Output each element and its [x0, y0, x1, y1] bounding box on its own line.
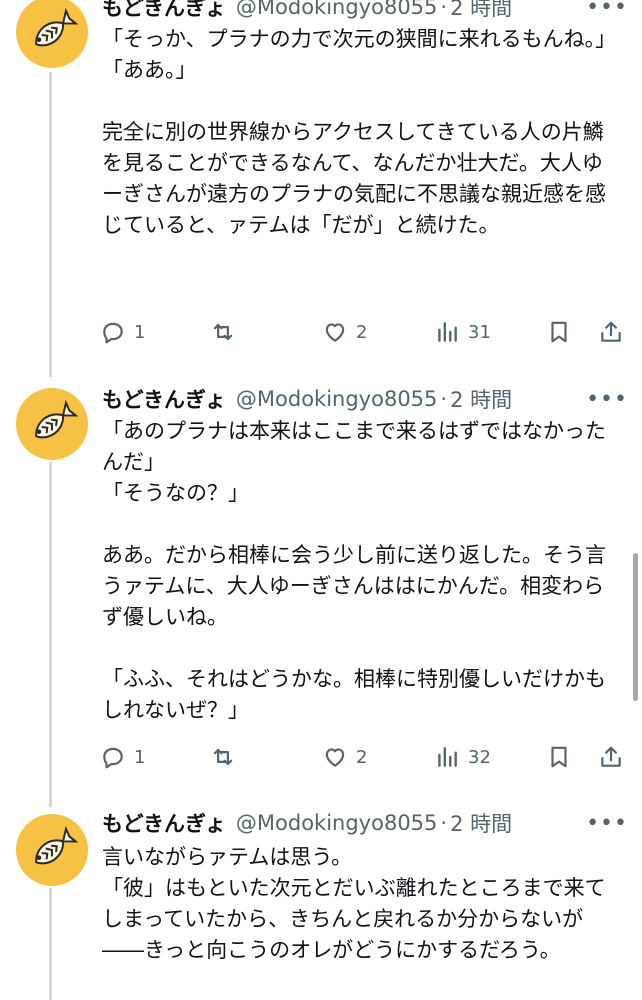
tweet-line: 「ああ。」: [102, 58, 197, 82]
avatar[interactable]: [16, 0, 88, 68]
tweet-text: 「そっか、プラナの力で次元の狭間に来れるもんね。」 「ああ。」 完全に別の世界線…: [102, 24, 622, 241]
bookmark-icon: [551, 321, 567, 343]
reply-button[interactable]: 1: [100, 737, 145, 777]
scrollbar[interactable]: [633, 553, 638, 701]
separator: ·: [440, 387, 448, 411]
heart-icon: [325, 323, 345, 342]
tweet-line: 「ふふ、それはどうかな。相棒に特別優しいだけかもしれないぜ？」: [102, 667, 606, 722]
bookmark-button[interactable]: [546, 737, 572, 777]
goldfish-icon: [35, 399, 78, 439]
timestamp[interactable]: 2 時間: [450, 808, 512, 838]
reply-icon: [103, 747, 123, 769]
bookmark-icon: [551, 746, 567, 768]
more-icon[interactable]: •••: [586, 387, 628, 412]
retweet-button[interactable]: [210, 737, 244, 777]
tweet-line: 完全に別の世界線からアクセスしてきている人の片鱗を見ることができるなんて、なんだ…: [102, 120, 606, 237]
tweet-line: 「彼」はもといた次元とだいぶ離れたところまで来てしまっていたから、きちんと戻れる…: [102, 876, 606, 962]
retweet-button[interactable]: [210, 312, 244, 352]
share-button[interactable]: [598, 737, 624, 777]
author-name[interactable]: もどきんぎょ: [102, 808, 226, 838]
like-count: 2: [356, 321, 368, 343]
views-icon: [438, 747, 457, 767]
share-icon: [601, 321, 621, 342]
views-icon: [438, 322, 457, 342]
author-handle[interactable]: @Modokingyo8055: [236, 811, 438, 835]
tweet-line: ああ。だから相棒に会う少し前に送り返した。そう言うァテムに、大人ゆーぎさんははに…: [102, 543, 606, 629]
goldfish-icon: [35, 825, 78, 865]
separator: ·: [440, 811, 448, 835]
timestamp[interactable]: 2 時間: [450, 384, 512, 414]
goldfish-icon: [35, 7, 78, 47]
more-icon[interactable]: •••: [586, 0, 628, 20]
reply-count: 1: [134, 321, 146, 343]
more-icon[interactable]: •••: [586, 811, 628, 836]
action-bar: 1 2 32: [100, 737, 630, 777]
author-handle[interactable]: @Modokingyo8055: [236, 387, 438, 411]
tweet-text: 言いながらァテムは思う。 「彼」はもといた次元とだいぶ離れたところまで来てしまっ…: [102, 842, 622, 966]
share-icon: [601, 746, 621, 767]
reply-count: 1: [134, 746, 146, 768]
reply-button[interactable]: 1: [100, 312, 145, 352]
like-count: 2: [356, 746, 368, 768]
tweet[interactable]: もどきんぎょ @Modokingyo8055 · 2 時間 ••• 言いながらァ…: [0, 806, 642, 1000]
like-button[interactable]: 2: [322, 312, 367, 352]
tweet-line: 「そうなの？」: [102, 481, 249, 505]
tweet-line: 言いながらァテムは思う。: [102, 845, 353, 869]
tweet-line: 「あのプラナは本来はここまで来るはずではなかったんだ」: [102, 419, 606, 474]
avatar[interactable]: [16, 814, 88, 886]
timestamp[interactable]: 2 時間: [450, 0, 512, 22]
bookmark-button[interactable]: [546, 312, 572, 352]
action-bar: 1 2 31: [100, 312, 630, 352]
views-button[interactable]: 32: [434, 737, 491, 777]
avatar[interactable]: [16, 388, 88, 460]
retweet-icon: [213, 748, 233, 766]
author-handle[interactable]: @Modokingyo8055: [236, 0, 438, 19]
share-button[interactable]: [598, 312, 624, 352]
author-name[interactable]: もどきんぎょ: [102, 384, 226, 414]
views-count: 32: [468, 746, 491, 768]
tweet-line: 「そっか、プラナの力で次元の狭間に来れるもんね。」: [102, 27, 617, 51]
heart-icon: [325, 748, 345, 767]
reply-icon: [103, 322, 123, 344]
tweet-text: 「あのプラナは本来はここまで来るはずではなかったんだ」 「そうなの？」 ああ。だ…: [102, 416, 622, 726]
retweet-icon: [213, 323, 233, 341]
author-name[interactable]: もどきんぎょ: [102, 0, 226, 22]
like-button[interactable]: 2: [322, 737, 367, 777]
tweet[interactable]: もどきんぎょ @Modokingyo8055 · 2 時間 ••• 「あのプラナ…: [0, 380, 642, 800]
separator: ·: [440, 0, 448, 19]
views-count: 31: [468, 321, 491, 343]
tweet[interactable]: もどきんぎょ @Modokingyo8055 · 2 時間 ••• 「そっか、プ…: [0, 0, 642, 380]
views-button[interactable]: 31: [434, 312, 491, 352]
